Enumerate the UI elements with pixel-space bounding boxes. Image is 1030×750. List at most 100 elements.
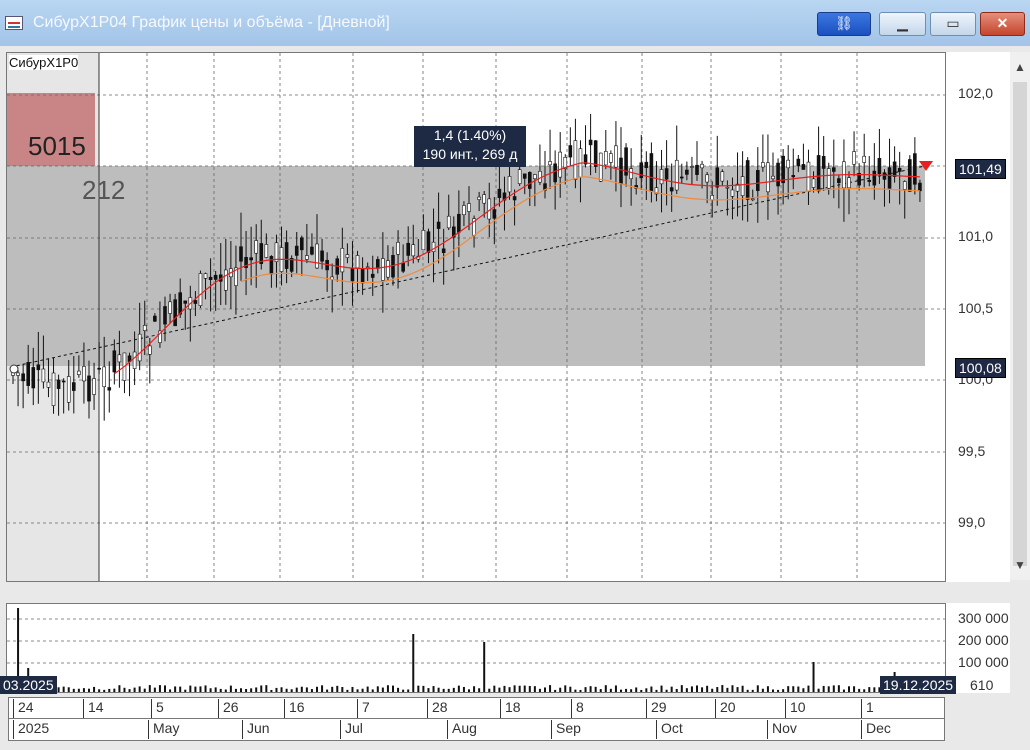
candle-body (401, 263, 405, 272)
price-axis[interactable]: 102,0 101,0 100,5 100,0 99,5 99,0 (946, 52, 1010, 582)
candle-body (193, 300, 198, 304)
month-label: May (148, 720, 179, 739)
candle-body (294, 245, 299, 256)
volume-bar (321, 685, 324, 692)
candle-body (46, 381, 51, 388)
candle-body (320, 250, 324, 262)
candle-body (87, 375, 91, 402)
candle-body (224, 269, 228, 291)
volume-bar (842, 689, 845, 692)
candle-body (264, 244, 269, 258)
candle-body (745, 160, 750, 200)
volume-bar (138, 686, 141, 692)
volume-bar (660, 685, 663, 692)
candle-body (203, 273, 208, 279)
volume-bar (153, 687, 156, 692)
volume-bar (761, 688, 764, 692)
measure-tooltip: 1,4 (1.40%) 190 инт., 269 д (414, 126, 526, 167)
candle-body (598, 152, 603, 182)
volume-bar (630, 689, 633, 692)
candle-body (852, 151, 856, 165)
volume-grid (7, 618, 945, 664)
volume-bar (351, 686, 354, 692)
volume-bar (174, 686, 177, 692)
candle-body (720, 171, 725, 182)
volume-bar (462, 686, 465, 692)
candle-body (781, 155, 785, 184)
volume-bar (113, 688, 116, 692)
candle-body (533, 174, 537, 180)
volume-bar (777, 689, 780, 692)
volume-bar (853, 686, 856, 692)
candle-body (198, 273, 203, 306)
tooltip-change: 1,4 (1.40%) (433, 127, 507, 143)
candle-body (872, 170, 877, 186)
volume-bar (164, 685, 166, 692)
candle-body (16, 372, 20, 376)
price-tick: 100,5 (958, 300, 994, 316)
volume-panel[interactable] (6, 603, 946, 693)
candle-body (755, 170, 760, 191)
candle-body (816, 155, 821, 192)
price-tick: 101,0 (958, 228, 994, 244)
volume-bar (822, 685, 825, 692)
candle-body (315, 243, 319, 269)
candle-body (811, 178, 816, 188)
scroll-down-icon[interactable]: ▼ (1010, 554, 1030, 576)
link-button[interactable]: ⛓ (817, 12, 871, 36)
volume-bar (635, 687, 638, 692)
volume-bar (569, 686, 572, 692)
close-button[interactable]: ✕ (980, 12, 1025, 36)
minimize-button[interactable]: ▁ (879, 12, 926, 36)
day-label: 20 (715, 699, 736, 718)
volume-bar (432, 686, 435, 692)
volume-bar (255, 687, 258, 692)
vertical-scrollbar[interactable]: ▲ ▼ (1010, 52, 1030, 580)
volume-bar (772, 689, 774, 692)
volume-bar (473, 686, 476, 692)
volume-bar (589, 686, 592, 692)
volume-bar (792, 686, 795, 692)
volume-bar (361, 688, 364, 692)
volume-chart[interactable] (7, 604, 945, 692)
scroll-track[interactable] (1013, 82, 1027, 566)
start-date-tag: 03.2025 (0, 676, 57, 694)
candle-body (21, 373, 25, 382)
volume-bar (224, 689, 227, 692)
candle-body (426, 231, 431, 253)
candle-body (517, 169, 522, 184)
candle-body (705, 174, 709, 183)
volume-bar (787, 686, 790, 692)
month-label: Dec (861, 720, 891, 739)
candle-body (507, 176, 512, 193)
candle-body (375, 259, 380, 269)
volume-bar (807, 685, 810, 692)
scroll-up-icon[interactable]: ▲ (1010, 56, 1030, 78)
volume-bar (503, 685, 506, 692)
candle-body (77, 370, 81, 375)
volume-bar (184, 689, 187, 692)
maximize-button[interactable]: ▭ (930, 12, 976, 36)
candle-body (82, 366, 86, 382)
candle-body (538, 170, 542, 183)
price-chart-panel[interactable]: СибурХ1Р0 5015 212 1,4 (1.40%) 190 инт.,… (6, 52, 946, 582)
day-row: 24 14 5 26 16 7 28 18 8 29 20 10 1 (9, 698, 944, 719)
volume-tick: 100 000 (958, 654, 1009, 670)
month-label: Oct (656, 720, 683, 739)
trend-start-handle[interactable] (9, 364, 19, 374)
volume-bar (736, 687, 739, 692)
volume-bar (797, 686, 800, 692)
candle-body (411, 244, 416, 257)
candle-body (148, 345, 152, 355)
volume-bar (392, 685, 394, 692)
candle-body (791, 175, 796, 178)
volume-bar (118, 685, 121, 692)
ticker-label: СибурХ1Р0 (9, 55, 79, 70)
candle-body (907, 159, 912, 192)
candle-body (421, 230, 426, 251)
volume-bar (371, 689, 374, 692)
volume-bar (316, 686, 318, 692)
volume-bar (655, 689, 658, 692)
time-axis[interactable]: 24 14 5 26 16 7 28 18 8 29 20 10 1 2025 … (8, 697, 945, 741)
day-label: 14 (83, 699, 104, 718)
